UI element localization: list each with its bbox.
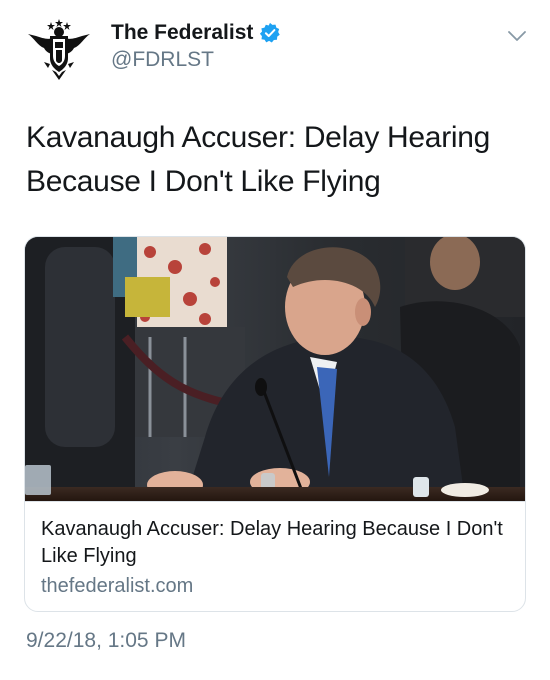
tweet-text: Kavanaugh Accuser: Delay Hearing Because… <box>26 121 491 198</box>
verified-badge-icon <box>260 22 281 43</box>
author-handle[interactable]: @FDRLST <box>111 48 214 72</box>
card-body[interactable]: Kavanaugh Accuser: Delay Hearing Because… <box>25 501 525 611</box>
author-name-row[interactable]: The Federalist <box>111 21 281 45</box>
tweet-header: The Federalist @FDRLST <box>0 0 550 90</box>
author-name[interactable]: The Federalist <box>111 21 253 45</box>
tweet-timestamp[interactable]: 9/22/18, 1:05 PM <box>26 629 186 653</box>
chevron-down-icon[interactable] <box>506 28 528 44</box>
article-photo[interactable] <box>25 237 526 501</box>
eagle-logo-icon[interactable] <box>26 18 92 84</box>
link-preview-card[interactable]: Kavanaugh Accuser: Delay Hearing Because… <box>24 236 526 612</box>
card-domain[interactable]: thefederalist.com <box>41 574 193 598</box>
card-title[interactable]: Kavanaugh Accuser: Delay Hearing Because… <box>41 516 511 570</box>
